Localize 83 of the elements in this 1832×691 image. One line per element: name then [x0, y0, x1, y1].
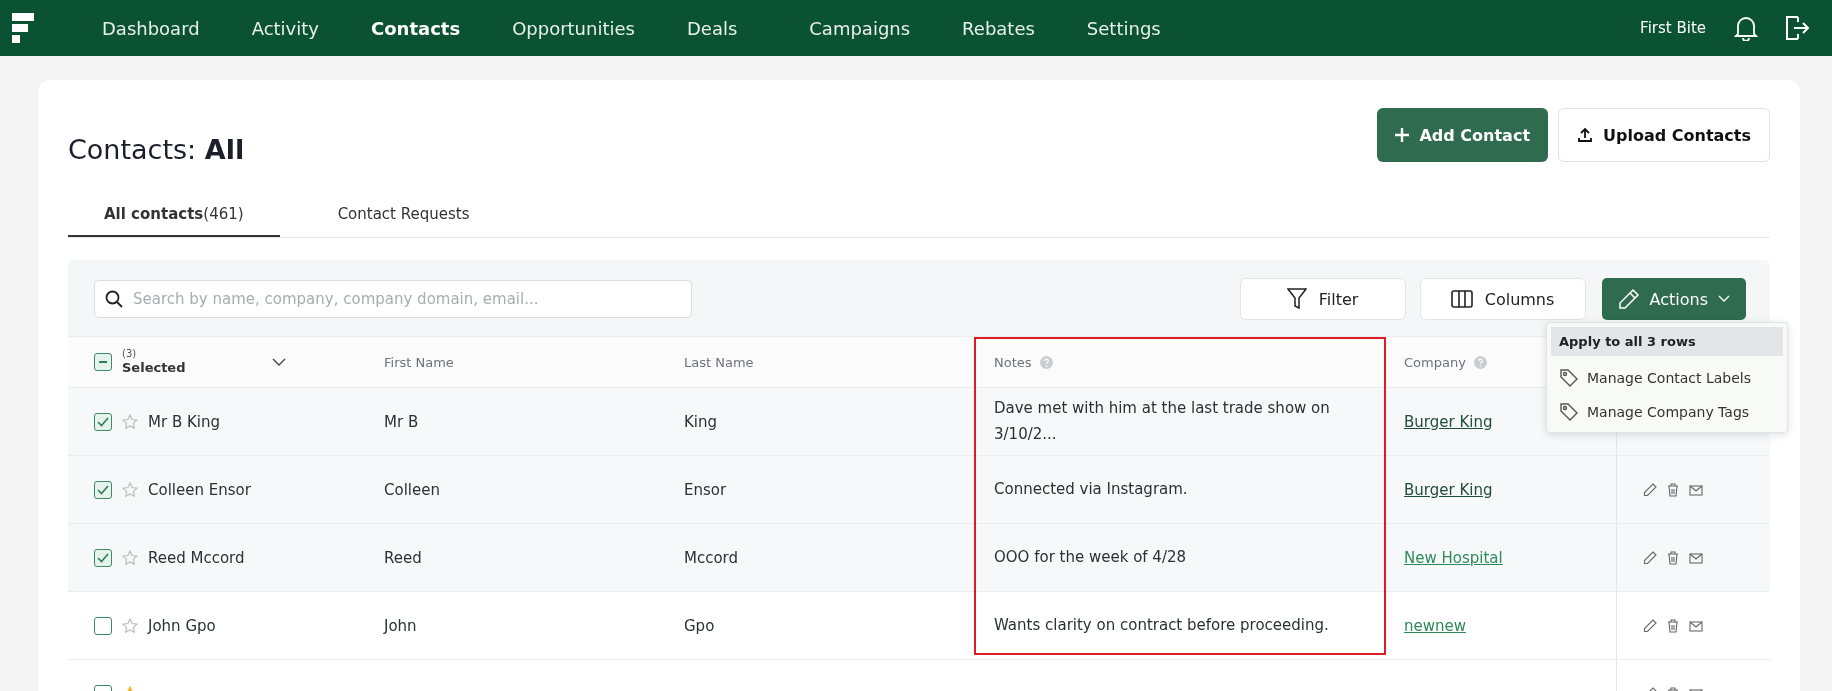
menu-item[interactable]: Manage Company Tags	[1551, 396, 1754, 424]
nav-link[interactable]: Activity	[251, 17, 319, 39]
row-checkbox[interactable]	[94, 548, 112, 567]
company-link[interactable]: New Hospital	[1404, 548, 1503, 567]
pencil-icon[interactable]	[1643, 550, 1657, 565]
pencil-icon[interactable]	[1643, 618, 1657, 633]
row-checkbox[interactable]	[94, 412, 112, 431]
notes-cell-text: OOO for the week of 4/28	[994, 546, 1187, 568]
nav-link[interactable]: Opportunities	[512, 17, 635, 39]
notes-cell-text: Wants clarity on contract before proceeding.	[994, 614, 1329, 636]
columns-icon	[1450, 290, 1473, 308]
nav-link[interactable]: Campaigns	[809, 17, 911, 39]
star-icon[interactable]	[122, 617, 138, 634]
envelope-icon[interactable]	[1689, 551, 1703, 564]
check-icon	[97, 416, 109, 427]
columns-button[interactable]: Columns	[1419, 278, 1586, 320]
help-icon	[1473, 355, 1487, 369]
first-name-cell: Reed	[384, 548, 422, 567]
menu-item[interactable]: Manage Contact Labels	[1551, 362, 1756, 390]
check-icon	[97, 484, 109, 495]
column-header: First Name	[384, 354, 454, 370]
nav-link[interactable]: Settings	[1086, 17, 1161, 39]
last-name-cell: King	[684, 412, 718, 431]
help-icon	[1039, 355, 1053, 369]
envelope-icon[interactable]	[1689, 483, 1703, 496]
tag-icon	[1559, 368, 1579, 388]
pencil-icon	[1617, 288, 1640, 310]
page-title: Contacts: All	[68, 134, 246, 165]
delete-icon[interactable]	[1667, 482, 1679, 497]
nav-link[interactable]: Deals	[686, 17, 738, 39]
company-link[interactable]: Burger King	[1404, 480, 1493, 499]
nav-link[interactable]: Dashboard	[102, 17, 200, 39]
pencil-icon[interactable]	[1643, 482, 1657, 497]
search-field[interactable]: Search by name, company, company domain, email...	[94, 280, 692, 318]
add-contact-button[interactable]: Add Contact	[1377, 108, 1549, 162]
check-icon	[97, 552, 109, 563]
column-header: Notes	[994, 354, 1032, 370]
logo-icon[interactable]	[12, 13, 34, 43]
delete-icon[interactable]	[1667, 550, 1679, 565]
logout-icon[interactable]	[1784, 15, 1810, 41]
notes-cell-text: Connected via Instagram.	[994, 478, 1188, 500]
nav-link[interactable]: Rebates	[962, 17, 1035, 39]
filter-button[interactable]: Filter	[1239, 278, 1406, 320]
selected-label: Selected	[122, 360, 186, 376]
star-icon[interactable]	[122, 413, 138, 430]
notes-cell-text: Dave met with him at the last trade show on 3/10/2...	[994, 398, 1331, 445]
last-name-cell: Gpo	[684, 616, 715, 635]
bell-icon[interactable]	[1734, 15, 1758, 41]
first-name-cell: Mr B	[384, 412, 419, 431]
last-name-cell: Ensor	[684, 480, 727, 499]
contact-name[interactable]: Reed Mccord	[148, 548, 245, 567]
first-name-cell: John	[384, 616, 417, 635]
actions-button[interactable]: Actions	[1601, 278, 1746, 320]
upload-contacts-button[interactable]: Upload Contacts	[1558, 108, 1770, 162]
contact-name[interactable]: Mr B King	[148, 412, 220, 431]
account-name[interactable]: First Bite	[1640, 19, 1706, 37]
star-icon[interactable]	[122, 549, 138, 566]
select-all-checkbox[interactable]	[94, 353, 112, 371]
first-name-cell: Colleen	[384, 480, 440, 499]
upload-icon	[1577, 127, 1594, 143]
chevron-down-icon	[1718, 295, 1730, 303]
chevron-down-icon[interactable]	[271, 358, 286, 366]
row-checkbox[interactable]	[94, 480, 112, 499]
search-icon	[105, 290, 123, 308]
selected-count: (3)	[122, 348, 138, 361]
company-link[interactable]: Burger King	[1404, 412, 1493, 431]
tag-icon	[1559, 402, 1579, 422]
star-icon[interactable]	[122, 481, 138, 498]
nav-link[interactable]: Contacts	[371, 17, 461, 39]
last-name-cell: Mccord	[684, 548, 739, 567]
delete-icon[interactable]	[1667, 618, 1679, 633]
contact-name[interactable]: John Gpo	[148, 616, 216, 635]
plus-icon	[1395, 128, 1410, 142]
envelope-icon[interactable]	[1689, 619, 1703, 632]
menu-header: Apply to all 3 rows	[1551, 327, 1783, 356]
company-link[interactable]: newnew	[1404, 616, 1466, 635]
column-header: Company	[1404, 354, 1466, 370]
tab[interactable]: Contact Requests	[301, 191, 506, 237]
contact-name[interactable]: Colleen Ensor	[148, 480, 251, 499]
tab[interactable]: All contacts(461)	[68, 191, 280, 237]
filter-icon	[1286, 288, 1307, 310]
column-header: Last Name	[684, 354, 754, 370]
row-checkbox[interactable]	[94, 616, 112, 635]
